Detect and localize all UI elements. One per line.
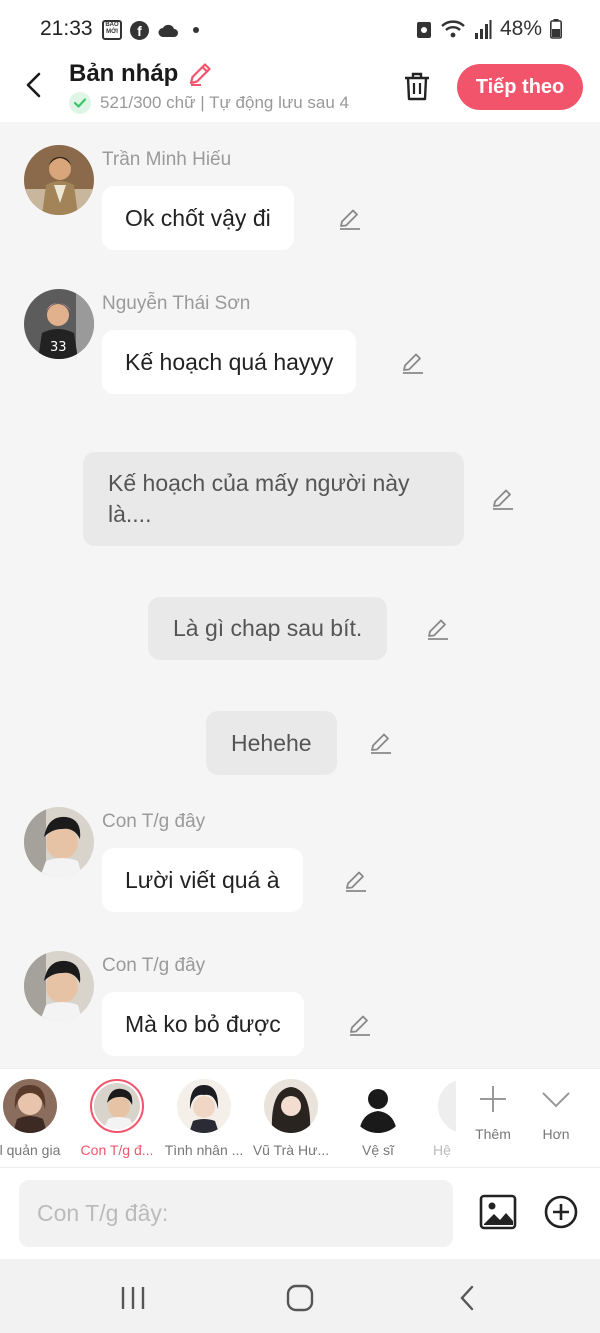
character-item[interactable]: Tình nhân ...: [164, 1079, 244, 1158]
avatar[interactable]: [24, 951, 94, 1021]
system-nav-bar: [0, 1259, 600, 1333]
sender-name: Trần Minh Hiếu: [102, 149, 232, 170]
narration-text: Kế hoạch của mấy người này: [108, 470, 410, 496]
add-label: Thêm: [475, 1126, 511, 1142]
battery-percent: 48%: [499, 17, 542, 40]
narration-bubble[interactable]: Hehehe: [206, 711, 337, 775]
wifi-icon: [441, 20, 465, 38]
message-text: Lười viết quá à: [125, 866, 280, 893]
back-icon[interactable]: [20, 70, 50, 100]
character-item[interactable]: Hệ: [424, 1079, 456, 1158]
pencil-icon[interactable]: [368, 730, 394, 756]
character-name: Hệ: [433, 1142, 451, 1158]
narration-text: là....: [108, 501, 152, 527]
character-avatar: [90, 1079, 144, 1133]
sender-name: Nguyễn Thái Sơn: [102, 293, 251, 314]
more-label: Hơn: [542, 1126, 570, 1142]
recycle-icon: [416, 22, 431, 38]
message-bubble[interactable]: Ok chốt vậy đi: [102, 186, 294, 250]
recents-icon[interactable]: [118, 1283, 148, 1313]
status-bar: 21:33 BÁO MỚI f 48%: [0, 0, 600, 58]
character-name: l quản gia: [0, 1142, 61, 1158]
character-name: Con T/g đ...: [80, 1142, 154, 1158]
page-title: Bản nháp: [69, 60, 179, 87]
character-item[interactable]: Vệ sĩ: [344, 1079, 412, 1158]
message-input[interactable]: [19, 1180, 453, 1247]
message-bubble[interactable]: Lười viết quá à: [102, 848, 303, 912]
status-time: 21:33: [40, 17, 93, 40]
compose-bar: [0, 1169, 600, 1259]
narration-bubble[interactable]: Là gì chap sau bít.: [148, 597, 388, 660]
notification-dot-icon: [193, 27, 199, 33]
avatar[interactable]: [24, 807, 94, 877]
message-text: Kế hoạch quá hayyy: [125, 348, 334, 375]
message-bubble[interactable]: Mà ko bỏ được: [102, 992, 304, 1056]
pencil-icon[interactable]: [343, 868, 369, 894]
cloud-icon: [158, 24, 178, 37]
news-app-icon: BÁO MỚI: [102, 20, 122, 40]
save-status-text: 521/300 chữ | Tự động lưu sau 4: [100, 93, 350, 112]
chat-area[interactable]: Trần Minh Hiếu Ok chốt vậy đi 33 Nguyễn …: [0, 122, 600, 1068]
pencil-icon[interactable]: [337, 206, 363, 232]
avatar[interactable]: 33: [24, 289, 94, 359]
next-button[interactable]: Tiếp theo: [457, 64, 583, 110]
message-text: Mà ko bỏ được: [125, 1010, 281, 1037]
signal-icon: [474, 20, 492, 39]
message-bubble[interactable]: Kế hoạch quá hayyy: [102, 330, 357, 394]
character-avatar: [3, 1079, 57, 1133]
narration-bubble[interactable]: Kế hoạch của mấy người này là....: [83, 452, 464, 546]
pencil-icon[interactable]: [425, 616, 451, 642]
nav-back-icon[interactable]: [453, 1283, 483, 1313]
home-icon[interactable]: [285, 1283, 315, 1313]
pencil-icon[interactable]: [490, 486, 516, 512]
narration-text: Hehehe: [231, 729, 312, 756]
pencil-icon[interactable]: [400, 350, 426, 376]
pencil-icon[interactable]: [187, 61, 213, 87]
battery-icon: [550, 19, 562, 39]
facebook-icon: f: [130, 20, 149, 40]
pencil-icon[interactable]: [347, 1012, 373, 1038]
check-icon: [69, 92, 91, 114]
sender-name: Con T/g đây: [102, 955, 206, 976]
more-characters-button[interactable]: Hơn: [526, 1083, 586, 1142]
add-circle-icon[interactable]: [544, 1195, 578, 1229]
message-text: Ok chốt vậy đi: [125, 204, 271, 231]
word-count-status: 521/300 chữ | Tự động lưu sau 4: [69, 92, 349, 114]
svg-text:33: 33: [50, 340, 67, 355]
trash-icon[interactable]: [401, 70, 433, 102]
character-name: Tình nhân ...: [164, 1142, 244, 1158]
character-avatar: [264, 1079, 318, 1133]
narration-text: Là gì chap sau bít.: [173, 615, 363, 641]
character-avatar: [438, 1079, 456, 1133]
top-bar: Bản nháp 521/300 chữ | Tự động lưu sau 4…: [0, 58, 600, 122]
chevron-down-icon: [542, 1092, 570, 1108]
plus-icon: [480, 1086, 506, 1112]
character-item[interactable]: Con T/g đ...: [78, 1079, 156, 1158]
add-character-button[interactable]: Thêm: [463, 1083, 523, 1142]
character-selector: l quản gia Con T/g đ... Tình nhân ... Vũ…: [0, 1068, 600, 1168]
character-avatar: [177, 1079, 231, 1133]
character-name: Vũ Trà Hư...: [252, 1142, 330, 1158]
character-name: Vệ sĩ: [362, 1142, 394, 1158]
image-icon[interactable]: [479, 1193, 517, 1231]
character-item[interactable]: l quản gia: [0, 1079, 64, 1158]
character-item[interactable]: Vũ Trà Hư...: [252, 1079, 330, 1158]
sender-name: Con T/g đây: [102, 811, 206, 832]
character-avatar: [351, 1079, 405, 1133]
avatar[interactable]: [24, 145, 94, 215]
